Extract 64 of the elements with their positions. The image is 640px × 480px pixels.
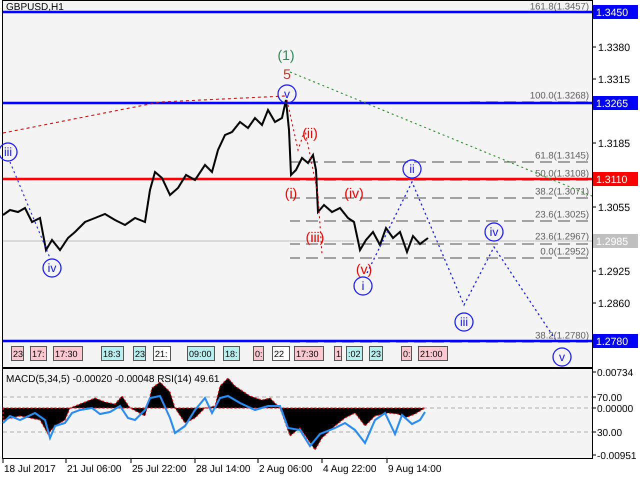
fib-level-label: 38.2(1.2780) bbox=[535, 330, 589, 342]
price-level-label: 1.2985 bbox=[593, 234, 638, 248]
indicator-axis-label: 30.00 bbox=[592, 428, 622, 439]
wave-label: v bbox=[277, 84, 297, 104]
event-tag[interactable]: 18:3 bbox=[101, 346, 124, 361]
event-tag[interactable]: 0: bbox=[253, 346, 264, 361]
time-axis-label: 9 Aug 14:00 bbox=[386, 458, 442, 475]
wave-label: i bbox=[353, 276, 373, 296]
event-tag[interactable]: 09:00 bbox=[187, 346, 215, 361]
event-tag[interactable]: :02 bbox=[346, 346, 363, 361]
time-axis-label: 2 Aug 06:00 bbox=[258, 458, 312, 475]
price-axis-label: 1.3315 bbox=[592, 74, 630, 86]
wave-label: (iv) bbox=[344, 185, 364, 201]
event-tag[interactable]: 17: bbox=[30, 346, 47, 361]
price-axis-label: 1.3185 bbox=[592, 138, 630, 150]
event-tag[interactable]: 0: bbox=[401, 346, 412, 361]
event-tag[interactable]: 23 bbox=[11, 346, 24, 361]
wave-label: ii bbox=[402, 159, 422, 179]
wave-label: (ii) bbox=[302, 125, 318, 141]
event-tag[interactable]: 22 bbox=[272, 346, 290, 361]
indicator-label: MACD(5,34,5) -0.00020 -0.00048 RSI(14) 49.61 bbox=[6, 374, 220, 385]
wave-label: iv bbox=[42, 258, 62, 278]
wave-label: (iii) bbox=[306, 229, 324, 245]
fib-level-label: 161.8(1.3457) bbox=[530, 2, 589, 12]
price-axis-label: 1.2860 bbox=[592, 298, 630, 310]
fib-level-label: 61.8(1.3145) bbox=[535, 150, 589, 162]
event-tag[interactable]: 17:30 bbox=[53, 346, 83, 361]
event-tag[interactable]: 23 bbox=[369, 346, 383, 361]
wave-label: iii bbox=[454, 312, 474, 332]
wave-label: (i) bbox=[284, 185, 298, 201]
price-level-label: 1.3110 bbox=[593, 172, 638, 186]
event-tag[interactable]: 23 bbox=[133, 346, 146, 361]
fib-level-label: 23.6(1.2967) bbox=[535, 232, 589, 242]
fib-level-label: 0.0(1.2952) bbox=[540, 246, 589, 258]
event-tag[interactable]: 18: bbox=[223, 346, 240, 361]
price-axis-label: 1.2925 bbox=[592, 266, 630, 278]
price-level-label: 1.3265 bbox=[593, 96, 638, 110]
wave-label: 5 bbox=[283, 66, 291, 82]
wave-label: (1) bbox=[277, 47, 295, 63]
wave-label: (v) bbox=[356, 261, 372, 277]
time-axis-label: 21 Jul 06:00 bbox=[66, 458, 122, 475]
indicator-axis-label: 0.00000 bbox=[592, 404, 634, 415]
price-axis-label: 1.3380 bbox=[592, 42, 630, 54]
event-tag[interactable]: 21: bbox=[153, 346, 171, 361]
indicator-axis-label: -0.00951 bbox=[592, 451, 636, 462]
wave-label: iv bbox=[484, 222, 504, 242]
event-tag[interactable]: 1 bbox=[334, 346, 342, 361]
time-axis-label: 28 Jul 14:00 bbox=[194, 458, 250, 475]
fib-level-label: 50.0(1.3108) bbox=[535, 168, 589, 180]
indicator-axis-label: 70.00 bbox=[592, 393, 622, 404]
time-axis-label: 18 Jul 2017 bbox=[2, 458, 56, 475]
event-tag[interactable]: 21:00 bbox=[418, 346, 448, 361]
chart-title: GBPUSD,H1 bbox=[6, 2, 64, 13]
fib-level-label: 23.6(1.3025) bbox=[535, 210, 589, 220]
indicator-axis-label: 0.00734 bbox=[592, 368, 634, 379]
wave-label: v bbox=[552, 347, 572, 367]
wave-label: iii bbox=[0, 142, 18, 162]
time-axis-label: 4 Aug 22:00 bbox=[322, 458, 376, 475]
price-level-label: 1.2780 bbox=[593, 334, 638, 348]
fib-level-label: 100.0(1.3268) bbox=[530, 90, 589, 102]
price-axis-label: 1.3055 bbox=[592, 202, 630, 214]
time-axis-label: 25 Jul 22:00 bbox=[130, 458, 186, 475]
price-level-label: 1.3450 bbox=[593, 5, 638, 19]
event-tag[interactable]: 17:30 bbox=[294, 346, 324, 361]
